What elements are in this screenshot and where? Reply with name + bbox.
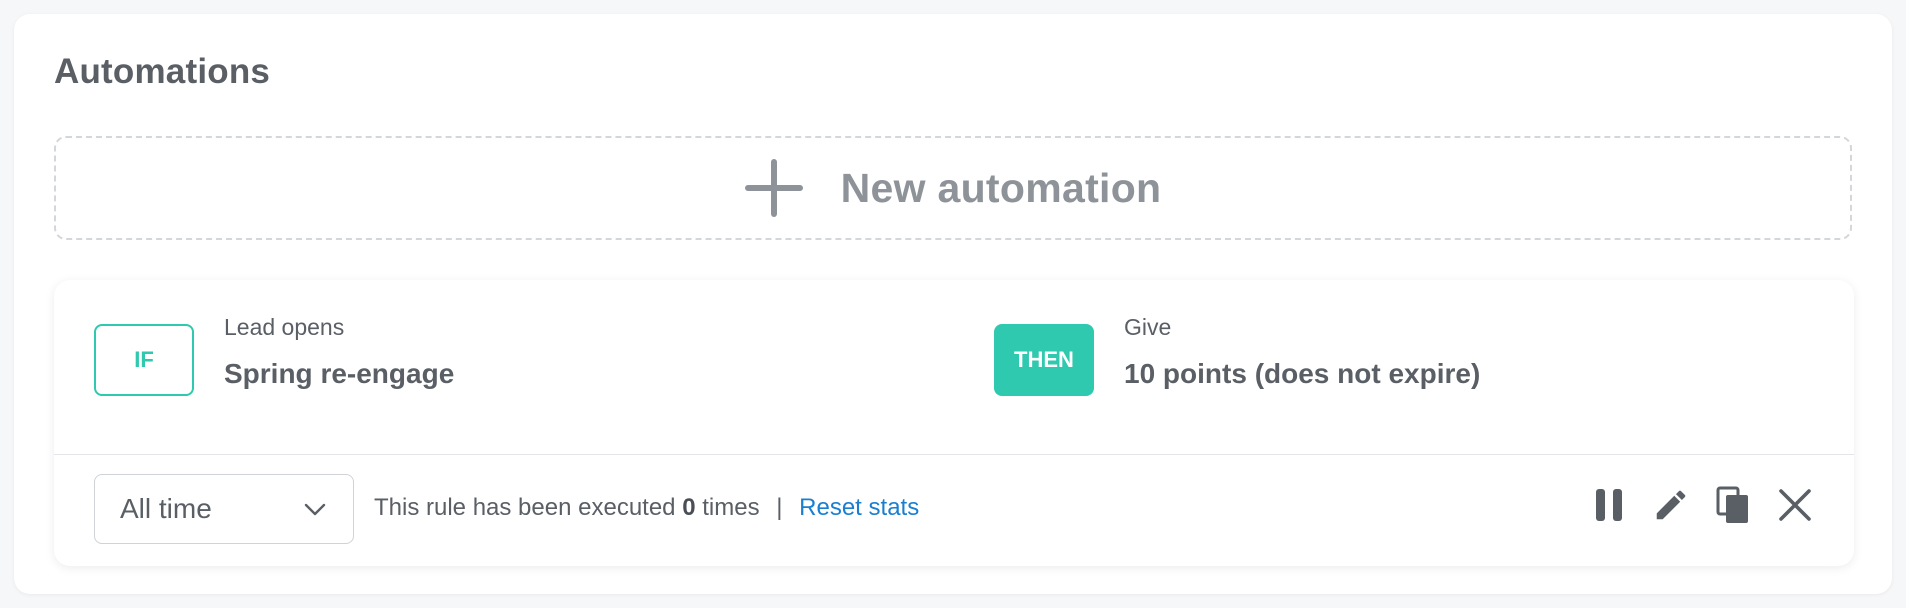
close-icon bbox=[1779, 489, 1811, 521]
chevron-down-icon bbox=[304, 503, 326, 516]
new-automation-label: New automation bbox=[840, 164, 1162, 211]
trigger-label: Lead opens bbox=[224, 314, 345, 340]
delete-button[interactable] bbox=[1776, 482, 1814, 528]
then-badge: THEN bbox=[994, 324, 1094, 396]
new-automation-button[interactable]: New automation bbox=[54, 136, 1852, 240]
trigger-value: Spring re-engage bbox=[224, 358, 455, 389]
copy-icon bbox=[1716, 486, 1748, 523]
stats-count: 0 bbox=[682, 494, 696, 521]
automations-panel: Automations New automation IF Lead opens… bbox=[14, 14, 1892, 594]
panel-title: Automations bbox=[54, 52, 271, 91]
period-selected-value: All time bbox=[120, 493, 212, 524]
execution-stats: This rule has been executed 0 times | Re… bbox=[374, 494, 919, 522]
duplicate-button[interactable] bbox=[1714, 482, 1752, 528]
pause-button[interactable] bbox=[1590, 482, 1628, 528]
period-select[interactable]: All time bbox=[94, 474, 354, 544]
action-value: 10 points (does not expire) bbox=[1124, 358, 1481, 389]
edit-button[interactable] bbox=[1652, 482, 1690, 528]
pause-icon bbox=[1596, 489, 1622, 521]
plus-icon bbox=[744, 159, 803, 217]
stats-separator: | bbox=[776, 494, 783, 521]
stats-suffix: times bbox=[702, 494, 760, 521]
if-badge: IF bbox=[94, 324, 194, 396]
divider bbox=[54, 454, 1854, 455]
reset-stats-link[interactable]: Reset stats bbox=[799, 494, 919, 521]
stats-prefix: This rule has been executed bbox=[374, 494, 676, 521]
pencil-icon bbox=[1656, 490, 1686, 520]
rule-summary: IF Lead opens Spring re-engage THEN Give… bbox=[54, 280, 1854, 454]
action-label: Give bbox=[1124, 314, 1172, 340]
rule-actions bbox=[1590, 482, 1814, 528]
automation-rule-card: IF Lead opens Spring re-engage THEN Give… bbox=[54, 280, 1854, 566]
